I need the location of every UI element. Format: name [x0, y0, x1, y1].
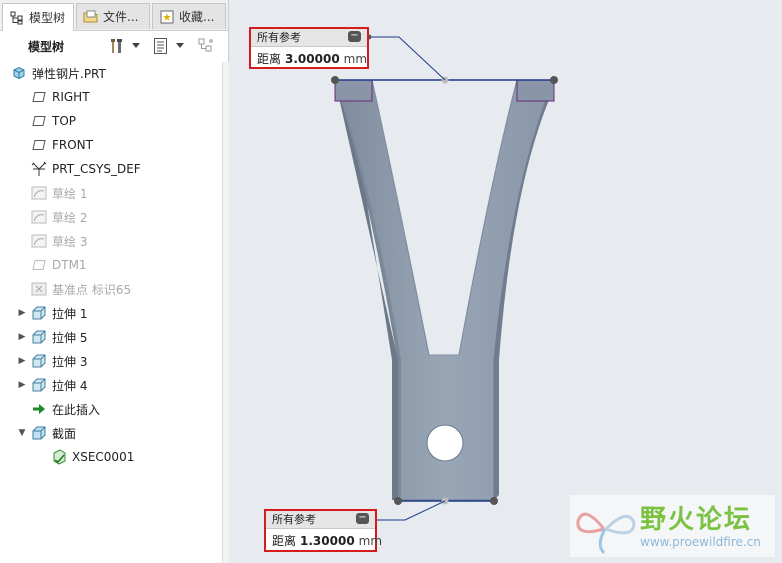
settings-tools-icon[interactable]	[108, 37, 126, 55]
tree-item-label: FRONT	[52, 138, 93, 152]
extrude-icon	[30, 304, 48, 322]
expand-arrow-icon[interactable]: ▶	[16, 356, 28, 366]
xsec-icon	[50, 448, 68, 466]
datum-plane-icon	[30, 136, 48, 154]
tree-item-extrude-4[interactable]: ▶ 拉伸 4	[16, 374, 87, 396]
tab-favorites[interactable]: 收藏...	[152, 3, 226, 29]
callout-header-label: 所有参考	[257, 31, 301, 44]
tree-item-right[interactable]: RIGHT	[30, 86, 90, 108]
extrude-icon	[30, 376, 48, 394]
tree-item-csys[interactable]: PRT_CSYS_DEF	[30, 158, 141, 180]
collapse-arrow-icon[interactable]: ▼	[16, 428, 28, 438]
watermark-title: 野火论坛	[640, 505, 753, 535]
tab-label: 文件...	[103, 10, 139, 24]
csys-icon	[30, 160, 48, 178]
tab-label: 模型树	[29, 11, 66, 25]
tree-filter-icon[interactable]	[152, 37, 170, 55]
tree-item-sketch-1[interactable]: 草绘 1	[30, 182, 87, 204]
distance-value[interactable]: 3.00000	[285, 52, 340, 66]
model-viewport[interactable]	[229, 0, 782, 563]
distance-unit: mm	[358, 534, 383, 548]
tree-item-label: 截面	[52, 426, 77, 441]
distance-value-row: 距离 1.30000 mm	[272, 532, 382, 549]
datum-plane-icon	[30, 256, 48, 274]
distance-label: 距离	[257, 52, 282, 66]
section-icon	[30, 424, 48, 442]
datum-plane-icon	[30, 112, 48, 130]
chevron-down-icon[interactable]	[130, 37, 142, 55]
tree-item-extrude-5[interactable]: ▶ 拉伸 5	[16, 326, 87, 348]
distance-value[interactable]: 1.30000	[300, 534, 355, 548]
tree-item-front[interactable]: FRONT	[30, 134, 93, 156]
distance-unit: mm	[343, 52, 368, 66]
minimize-icon[interactable]: −	[348, 31, 361, 42]
datum-plane-icon	[30, 88, 48, 106]
tab-folder-browser[interactable]: 文件...	[76, 3, 150, 29]
extrude-icon	[30, 328, 48, 346]
tree-item-extrude-1[interactable]: ▶ 拉伸 1	[16, 302, 87, 324]
tree-root-label: 弹性钢片.PRT	[32, 66, 106, 81]
tree-item-label: 草绘 2	[52, 210, 88, 225]
folder-icon	[83, 9, 99, 25]
tree-item-label: XSEC0001	[72, 450, 135, 464]
tab-model-tree[interactable]: 模型树	[2, 3, 74, 31]
watermark: 野火论坛 www.proewildfire.cn	[570, 495, 775, 557]
tree-item-extrude-3[interactable]: ▶ 拉伸 3	[16, 350, 87, 372]
tree-item-xsec0001[interactable]: XSEC0001	[50, 446, 134, 468]
watermark-logo-icon	[576, 512, 636, 555]
navigator-tabs: 模型树 文件... 收藏...	[0, 0, 228, 31]
tree-item-datum-point[interactable]: 基准点 标识65	[30, 278, 131, 300]
spring-plate-model[interactable]	[334, 79, 555, 501]
graphics-window[interactable]: 所有参考 − 距离 3.00000 mm 所有参考 − 距离 1.30000 mm	[229, 0, 782, 563]
tree-item-sketch-2[interactable]: 草绘 2	[30, 206, 87, 228]
tree-item-top[interactable]: TOP	[30, 110, 76, 132]
tree-item-label: TOP	[52, 114, 77, 128]
datum-point-icon	[30, 280, 48, 298]
tree-item-label: 草绘 3	[52, 234, 88, 249]
model-tree-panel: 模型树 文件... 收藏... 模型树 弹性钢片.PRT RIGHT TOP F…	[0, 0, 229, 563]
watermark-url: www.proewildfire.cn	[640, 535, 761, 549]
favorites-icon	[159, 9, 175, 25]
arrow-right-icon	[30, 400, 48, 418]
tab-label: 收藏...	[179, 10, 215, 24]
sketch-icon	[30, 232, 48, 250]
tree-item-label: 草绘 1	[52, 186, 88, 201]
tree-item-label: PRT_CSYS_DEF	[52, 162, 141, 176]
expand-arrow-icon[interactable]: ▶	[16, 380, 28, 390]
tree-item-dtm1[interactable]: DTM1	[30, 254, 87, 276]
tree-item-section[interactable]: ▼ 截面	[16, 422, 76, 444]
tree-item-label: 基准点 标识65	[52, 282, 132, 297]
part-icon	[10, 64, 28, 82]
sketch-icon	[30, 184, 48, 202]
sketch-icon	[30, 208, 48, 226]
tree-item-label: 拉伸 1	[52, 306, 88, 321]
tree-item-sketch-3[interactable]: 草绘 3	[30, 230, 87, 252]
bottom-distance-reference[interactable]	[375, 497, 498, 521]
distance-value-row: 距离 3.00000 mm	[257, 50, 367, 67]
tree-item-label: 拉伸 4	[52, 378, 88, 393]
columns-icon[interactable]	[197, 37, 215, 55]
extrude-icon	[30, 352, 48, 370]
bottom-distance-callout[interactable]: 所有参考 − 距离 1.30000 mm	[264, 509, 382, 552]
tree-item-insert-here[interactable]: 在此插入	[30, 398, 100, 420]
minimize-icon[interactable]: −	[356, 513, 369, 524]
tree-item-label: 拉伸 3	[52, 354, 88, 369]
toolbar-title: 模型树	[28, 40, 65, 54]
distance-label: 距离	[272, 534, 297, 548]
callout-header: 所有参考 −	[266, 511, 375, 529]
tree-item-label: 拉伸 5	[52, 330, 88, 345]
expand-arrow-icon[interactable]: ▶	[16, 332, 28, 342]
tree-item-label: DTM1	[52, 258, 87, 272]
expand-arrow-icon[interactable]: ▶	[16, 308, 28, 318]
model-tree-icon	[9, 10, 25, 26]
tree-item-label: RIGHT	[52, 90, 90, 104]
top-distance-callout[interactable]: 所有参考 − 距离 3.00000 mm	[249, 27, 369, 69]
callout-header: 所有参考 −	[251, 29, 367, 47]
tree-item-label: 在此插入	[52, 402, 101, 417]
chevron-down-icon[interactable]	[174, 37, 186, 55]
model-tree-toolbar: 模型树	[0, 31, 228, 61]
callout-header-label: 所有参考	[272, 513, 316, 526]
tree-root[interactable]: 弹性钢片.PRT	[10, 62, 106, 84]
tree-scrollbar[interactable]	[222, 62, 229, 563]
